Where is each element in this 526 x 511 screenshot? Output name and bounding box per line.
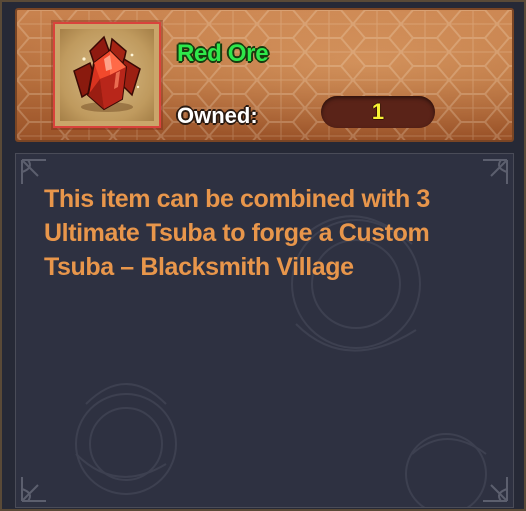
item-name: Red Ore (177, 40, 269, 67)
red-crystal-icon (73, 35, 141, 112)
item-header: Red Ore Owned: 1 (15, 8, 514, 142)
item-icon-frame (53, 22, 161, 128)
owned-label: Owned: (177, 103, 258, 128)
item-description: This item can be combined with 3 Ultimat… (44, 185, 430, 281)
owned-count-badge: 1 (321, 96, 435, 128)
item-tooltip-panel: Red Ore Owned: 1 This item can be combin… (0, 0, 526, 511)
owned-count-value: 1 (371, 99, 385, 124)
corner-ornament-icon (21, 477, 46, 502)
item-icon-background (60, 29, 154, 121)
corner-ornament-icon (483, 477, 508, 502)
item-description-box: This item can be combined with 3 Ultimat… (15, 153, 514, 508)
